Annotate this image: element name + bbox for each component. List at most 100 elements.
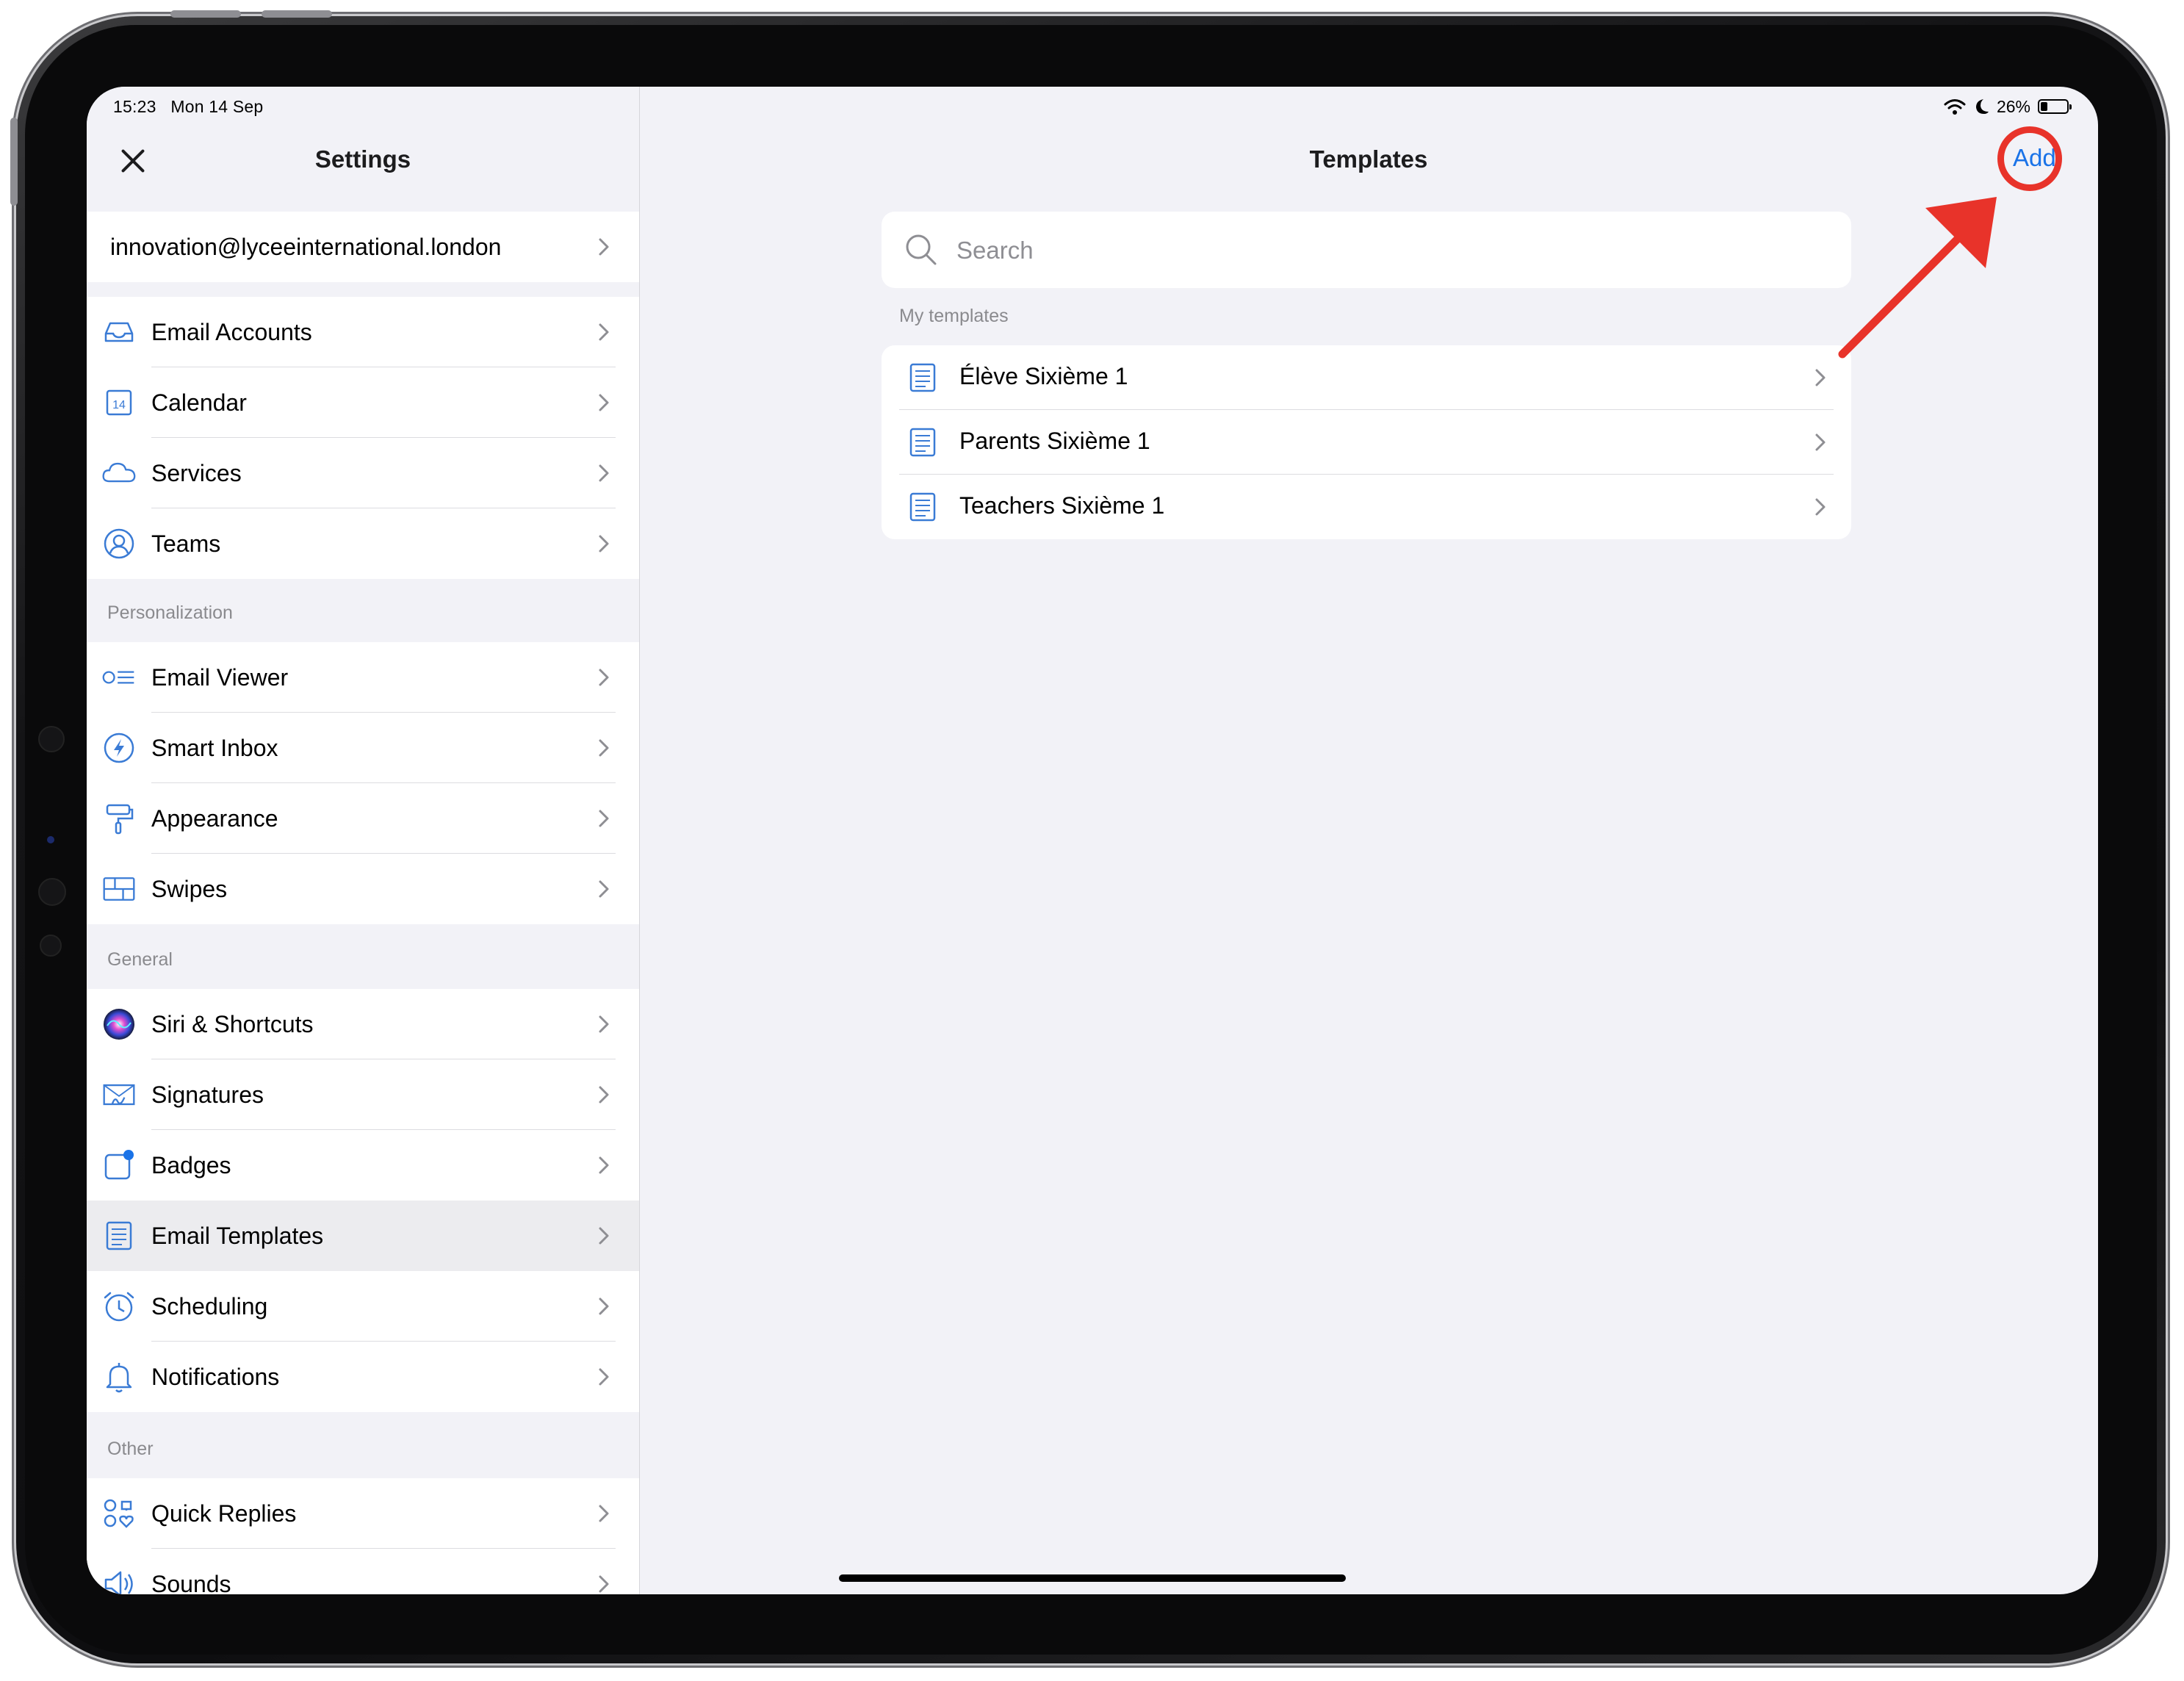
side-button [10,118,18,206]
sidebar-item-notifications[interactable]: Notifications [87,1342,639,1412]
sidebar-item-label: Calendar [151,389,247,416]
sidebar-item-appearance[interactable]: Appearance [87,783,639,854]
chevron-right-icon [599,1575,609,1593]
battery-icon [2038,99,2072,114]
chevron-right-icon [599,1086,609,1104]
sidebar-item-label: Notifications [151,1363,280,1390]
sidebar-item-label: Swipes [151,875,228,902]
battery-percent: 26% [1996,96,2030,116]
sidebar-item-smart-inbox[interactable]: Smart Inbox [87,713,639,783]
camera-dot [38,878,66,906]
battery-fill [2041,102,2047,111]
sidebar-item-label: Signatures [151,1081,264,1108]
sidebar-item-signatures[interactable]: Signatures [87,1059,639,1130]
badge-icon [101,1148,137,1183]
screen: 15:23 Mon 14 Sep Settings innovation@lyc… [87,87,2098,1594]
page-title: Templates [1309,145,1428,173]
calendar-icon: 14 [101,385,137,420]
top-button-right [262,10,332,18]
cloud-icon [101,456,137,491]
sidebar-item-label: Services [151,459,242,486]
email-viewer-icon [101,660,137,695]
sidebar-item-label: Siri & Shortcuts [151,1010,314,1037]
search-bar [882,212,1851,289]
status-bar-right: 26% [1944,96,2072,118]
camera-lens-glint [47,836,54,843]
swipes-grid-icon [101,871,137,907]
section-header: My templates [899,306,1009,326]
account-group: innovation@lyceeinternational.london [87,212,639,282]
sidebar-item-email-accounts[interactable]: Email Accounts [87,297,639,367]
sidebar-item-label: Email Accounts [151,318,312,345]
chevron-right-icon [599,323,609,341]
user-circle-icon [101,526,137,561]
sidebar-item-quick-replies[interactable]: Quick Replies [87,1478,639,1549]
camera-dot [38,726,65,752]
lightning-bolt-icon [101,730,137,766]
sidebar-item-email-viewer[interactable]: Email Viewer [87,642,639,713]
template-row[interactable]: Élève Sixième 1 [882,345,1851,410]
paint-roller-icon [101,801,137,836]
search-input[interactable] [955,212,1825,289]
top-button-left [170,10,241,18]
sidebar-item-email-templates[interactable]: Email Templates [87,1201,639,1271]
chevron-right-icon [599,669,609,686]
chevron-right-icon [599,1156,609,1174]
sidebar-item-label: Smart Inbox [151,734,278,761]
bell-icon [101,1359,137,1394]
sidebar-item-label: Sounds [151,1570,231,1595]
sidebar-item-siri-shortcuts[interactable]: Siri & Shortcuts [87,989,639,1059]
chevron-right-icon [1815,369,1826,386]
template-name: Élève Sixième 1 [959,363,1128,389]
account-row[interactable]: innovation@lyceeinternational.london [87,212,639,282]
calendar-icon-date: 14 [112,399,126,411]
sidebar-item-swipes[interactable]: Swipes [87,854,639,924]
sidebar-title: Settings [314,145,411,173]
other-group: Quick Replies Sounds [87,1478,639,1594]
sidebar-item-services[interactable]: Services [87,438,639,508]
status-time: 15:23 Mon 14 Sep [113,97,264,116]
document-icon [909,363,936,392]
account-email: innovation@lyceeinternational.london [110,233,502,260]
speaker-icon [101,1566,137,1594]
chevron-right-icon [599,464,609,482]
sidebar-item-calendar[interactable]: 14 Calendar [87,367,639,438]
accounts-group: Email Accounts 14 Calendar Services Team… [87,297,639,579]
chevron-right-icon [599,880,609,898]
wifi-icon [1944,99,1966,115]
sidebar-item-badges[interactable]: Badges [87,1130,639,1201]
chevron-right-icon [599,535,609,552]
quick-replies-icon [101,1496,137,1531]
template-row[interactable]: Parents Sixième 1 [882,410,1851,475]
sidebar-item-label: Email Viewer [151,663,289,691]
sidebar-item-sounds[interactable]: Sounds [87,1549,639,1594]
chevron-right-icon [599,739,609,757]
search-icon [906,234,937,265]
section-header: General [107,949,173,970]
chevron-right-icon [599,394,609,411]
settings-sidebar: 15:23 Mon 14 Sep Settings innovation@lyc… [87,87,640,1594]
home-indicator[interactable] [839,1574,1346,1582]
sidebar-item-label: Appearance [151,804,278,832]
inbox-tray-icon [101,314,137,350]
template-row[interactable]: Teachers Sixième 1 [882,475,1851,539]
chevron-right-icon [1815,498,1826,516]
chevron-right-icon [599,1297,609,1315]
sidebar-item-label: Scheduling [151,1292,268,1320]
moon-icon [1975,99,1989,114]
section-header: Other [107,1439,154,1459]
camera-dot [40,935,62,957]
template-name: Parents Sixième 1 [959,428,1150,454]
annotation-circle [1997,126,2062,191]
chevron-right-icon [599,1015,609,1033]
sidebar-item-scheduling[interactable]: Scheduling [87,1271,639,1342]
sidebar-item-label: Badges [151,1151,231,1178]
general-group: Siri & Shortcuts Signatures Badges Email… [87,989,639,1412]
sidebar-item-teams[interactable]: Teams [87,508,639,579]
templates-list: Élève Sixième 1 Parents Sixième 1 Teache… [882,345,1851,539]
chevron-right-icon [1815,433,1826,451]
chevron-right-icon [599,1227,609,1245]
document-icon [909,492,936,522]
document-icon [909,428,936,457]
template-name: Teachers Sixième 1 [959,492,1165,519]
